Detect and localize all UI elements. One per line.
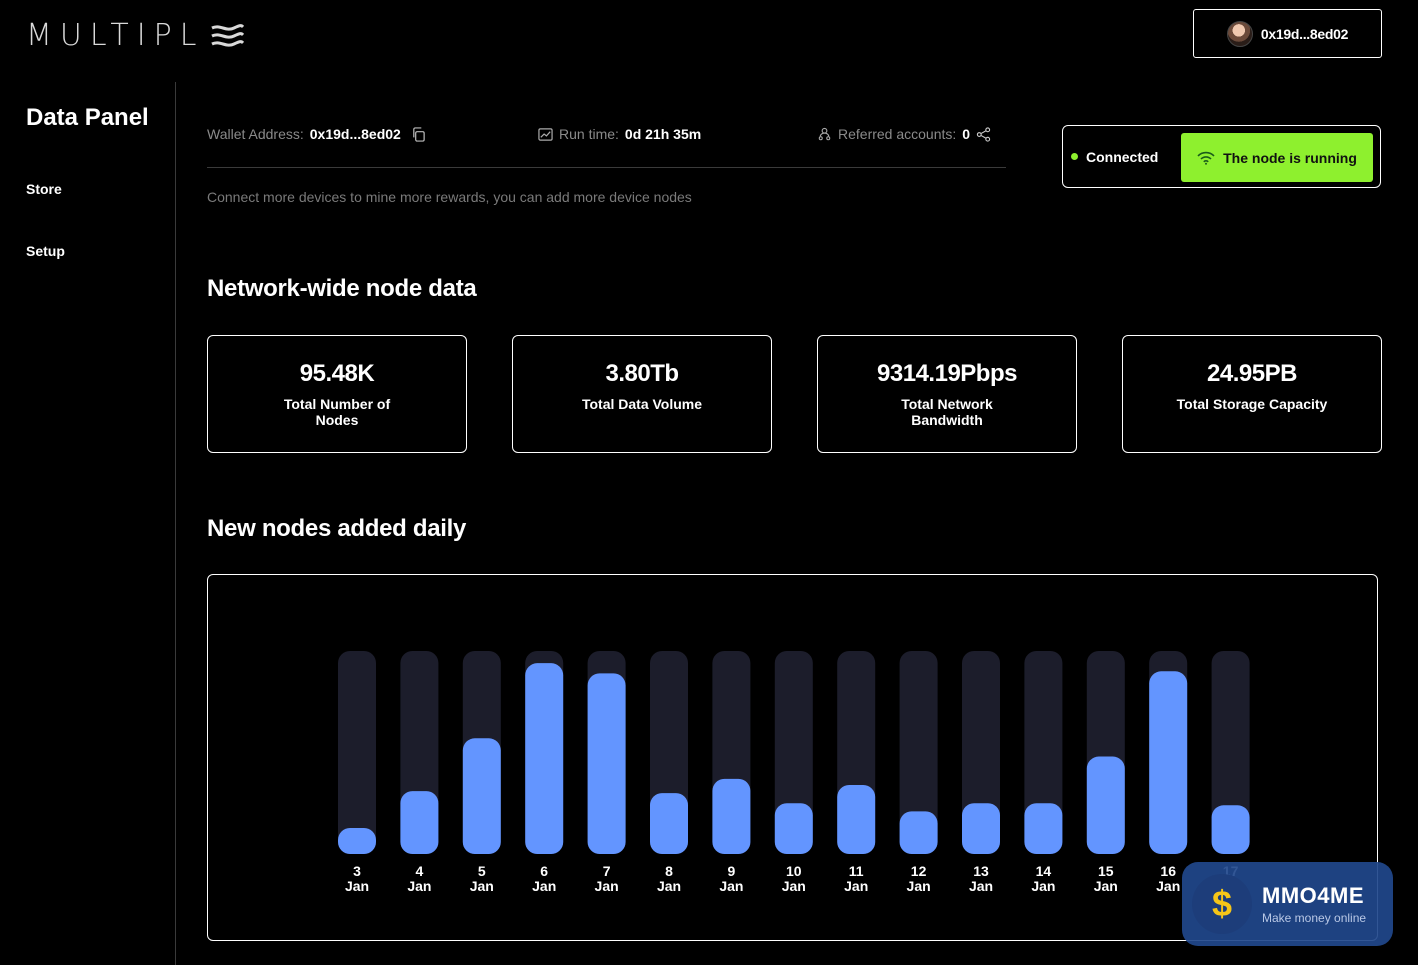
- info-row: Wallet Address: 0x19d...8ed02 Run time: …: [207, 126, 1006, 168]
- logo-text: MULTIPL: [26, 18, 205, 53]
- sidebar: Data Panel Store Setup: [0, 82, 176, 965]
- runtime-info: Run time: 0d 21h 35m: [538, 126, 701, 142]
- x-tick-label: 8 Jan: [657, 863, 681, 894]
- stat-label: Total Network Bandwidth: [901, 396, 993, 428]
- x-tick-label: 3 Jan: [345, 863, 369, 894]
- stat-label: Total Data Volume: [581, 396, 703, 412]
- stat-value: 95.48K: [299, 360, 375, 387]
- watermark-title: MMO4ME: [1262, 883, 1364, 908]
- wallet-address-info: Wallet Address: 0x19d...8ed02: [207, 126, 426, 142]
- watermark-subtitle: Make money online: [1262, 911, 1367, 925]
- stat-label: Total Number of Nodes: [283, 396, 391, 428]
- connection-status: Connected: [1071, 149, 1158, 165]
- copy-icon[interactable]: [411, 126, 426, 142]
- sidebar-item-setup[interactable]: Setup: [26, 243, 65, 259]
- chart-bar[interactable]: [400, 791, 439, 854]
- logo-wave-icon: [211, 23, 245, 47]
- chart-icon: [538, 127, 553, 141]
- chart-bar[interactable]: [1211, 805, 1250, 854]
- x-tick-label: 13 Jan: [969, 863, 993, 894]
- chart-bar[interactable]: [1024, 803, 1063, 854]
- wallet-address-value: 0x19d...8ed02: [309, 126, 401, 142]
- runtime-value: 0d 21h 35m: [624, 126, 702, 142]
- sidebar-item-store[interactable]: Store: [26, 181, 62, 197]
- referred-label: Referred accounts:: [838, 126, 957, 142]
- chart-bar[interactable]: [587, 673, 626, 854]
- share-icon[interactable]: [976, 126, 991, 142]
- network-section-title: Network-wide node data: [207, 275, 477, 302]
- sidebar-title: Data Panel: [26, 104, 149, 131]
- x-tick-label: 7 Jan: [595, 863, 619, 894]
- x-tick-label: 11 Jan: [844, 863, 868, 894]
- x-tick-label: 16 Jan: [1156, 863, 1180, 894]
- chart-bar[interactable]: [774, 803, 813, 854]
- stat-value: 9314.19Pbps: [877, 360, 1017, 387]
- node-status-panel: Connected The node is running: [1062, 125, 1381, 188]
- avatar: [1226, 20, 1253, 47]
- chart-bar[interactable]: [650, 793, 688, 854]
- wallet-button-address: 0x19d...8ed02: [1260, 25, 1349, 42]
- chart-bar[interactable]: [462, 738, 501, 854]
- x-tick-label: 5 Jan: [470, 863, 494, 894]
- chart-bar[interactable]: [525, 663, 564, 854]
- chart-bar[interactable]: [899, 811, 938, 854]
- node-running-label: The node is running: [1223, 149, 1357, 166]
- referred-value: 0: [962, 126, 971, 142]
- connected-label: Connected: [1086, 148, 1159, 165]
- daily-section-title: New nodes added daily: [207, 515, 467, 542]
- node-running-button[interactable]: The node is running: [1181, 133, 1373, 182]
- wallet-button[interactable]: 0x19d...8ed02: [1193, 9, 1382, 58]
- logo: MULTIPL: [26, 18, 245, 53]
- stat-card-data-volume: 3.80Tb Total Data Volume: [512, 335, 772, 453]
- x-tick-label: 4 Jan: [407, 863, 431, 894]
- stat-label: Total Storage Capacity: [1176, 396, 1328, 412]
- x-tick-label: 9 Jan: [719, 863, 743, 894]
- chart-bar[interactable]: [962, 803, 1000, 854]
- stat-card-bandwidth: 9314.19Pbps Total Network Bandwidth: [817, 335, 1077, 453]
- runtime-label: Run time:: [559, 126, 619, 142]
- x-tick-label: 6 Jan: [532, 863, 556, 894]
- chart-bar[interactable]: [1149, 671, 1188, 854]
- users-icon: [818, 127, 831, 140]
- referred-info: Referred accounts: 0: [817, 126, 991, 142]
- stat-value: 3.80Tb: [605, 360, 679, 387]
- wifi-icon: [1197, 151, 1215, 165]
- stat-card-storage: 24.95PB Total Storage Capacity: [1122, 335, 1382, 453]
- watermark: $ MMO4ME Make money online: [1182, 862, 1393, 946]
- chart-bar[interactable]: [712, 778, 751, 854]
- chart-bar[interactable]: [338, 828, 376, 854]
- chart-bar[interactable]: [1086, 756, 1125, 854]
- hint-text: Connect more devices to mine more reward…: [207, 189, 692, 205]
- chart-bar[interactable]: [837, 784, 876, 854]
- wallet-address-label: Wallet Address:: [207, 126, 304, 142]
- x-tick-label: 12 Jan: [907, 863, 931, 894]
- stat-value: 24.95PB: [1207, 360, 1297, 387]
- stat-card-nodes: 95.48K Total Number of Nodes: [207, 335, 467, 453]
- x-tick-label: 14 Jan: [1031, 863, 1055, 894]
- x-tick-label: 10 Jan: [782, 863, 806, 894]
- bar-track: [338, 651, 376, 854]
- x-tick-label: 15 Jan: [1094, 863, 1118, 894]
- watermark-logo-icon: $: [1192, 874, 1252, 934]
- status-dot-icon: [1071, 153, 1078, 160]
